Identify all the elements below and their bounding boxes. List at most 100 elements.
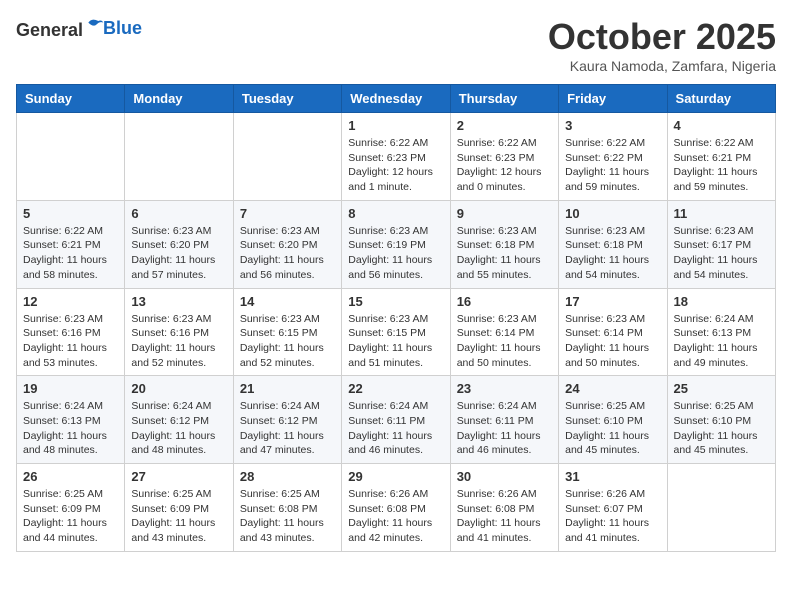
day-number: 25 — [674, 381, 769, 396]
day-number: 11 — [674, 206, 769, 221]
day-info: Sunrise: 6:24 AM Sunset: 6:13 PM Dayligh… — [23, 399, 118, 458]
day-number: 3 — [565, 118, 660, 133]
day-info: Sunrise: 6:22 AM Sunset: 6:21 PM Dayligh… — [23, 224, 118, 283]
day-number: 8 — [348, 206, 443, 221]
calendar-cell: 10 Sunrise: 6:23 AM Sunset: 6:18 PM Dayli… — [559, 200, 667, 288]
day-number: 28 — [240, 469, 335, 484]
calendar-cell: 16 Sunrise: 6:23 AM Sunset: 6:14 PM Dayli… — [450, 288, 558, 376]
calendar-cell: 28 Sunrise: 6:25 AM Sunset: 6:08 PM Dayli… — [233, 464, 341, 552]
calendar-cell: 14Sunrise: 6:23 AM Sunset: 6:15 PM Dayli… — [233, 288, 341, 376]
day-info: Sunrise: 6:23 AM Sunset: 6:18 PM Dayligh… — [565, 224, 660, 283]
day-info: Sunrise: 6:25 AM Sunset: 6:09 PM Dayligh… — [23, 487, 118, 546]
calendar-cell: 31 Sunrise: 6:26 AM Sunset: 6:07 PM Dayli… — [559, 464, 667, 552]
day-number: 20 — [131, 381, 226, 396]
logo: General Blue — [16, 16, 142, 42]
calendar-cell: 5 Sunrise: 6:22 AM Sunset: 6:21 PM Daylig… — [17, 200, 125, 288]
day-info: Sunrise: 6:23 AM Sunset: 6:20 PM Dayligh… — [131, 224, 226, 283]
calendar-week-row: 19Sunrise: 6:24 AM Sunset: 6:13 PM Dayli… — [17, 376, 776, 464]
day-info: Sunrise: 6:25 AM Sunset: 6:09 PM Dayligh… — [131, 487, 226, 546]
calendar-week-row: 1Sunrise: 6:22 AM Sunset: 6:23 PM Daylig… — [17, 113, 776, 201]
calendar-cell: 17 Sunrise: 6:23 AM Sunset: 6:14 PM Dayli… — [559, 288, 667, 376]
weekday-header-sunday: Sunday — [17, 85, 125, 113]
day-info: Sunrise: 6:24 AM Sunset: 6:12 PM Dayligh… — [131, 399, 226, 458]
calendar-cell: 1Sunrise: 6:22 AM Sunset: 6:23 PM Daylig… — [342, 113, 450, 201]
day-number: 1 — [348, 118, 443, 133]
calendar-cell: 26Sunrise: 6:25 AM Sunset: 6:09 PM Dayli… — [17, 464, 125, 552]
day-info: Sunrise: 6:23 AM Sunset: 6:20 PM Dayligh… — [240, 224, 335, 283]
day-info: Sunrise: 6:24 AM Sunset: 6:13 PM Dayligh… — [674, 312, 769, 371]
calendar-cell: 3 Sunrise: 6:22 AM Sunset: 6:22 PM Daylig… — [559, 113, 667, 201]
day-info: Sunrise: 6:23 AM Sunset: 6:16 PM Dayligh… — [23, 312, 118, 371]
day-number: 7 — [240, 206, 335, 221]
logo-bird-icon — [85, 16, 105, 36]
calendar-cell: 11Sunrise: 6:23 AM Sunset: 6:17 PM Dayli… — [667, 200, 775, 288]
day-info: Sunrise: 6:26 AM Sunset: 6:08 PM Dayligh… — [348, 487, 443, 546]
day-number: 4 — [674, 118, 769, 133]
day-number: 9 — [457, 206, 552, 221]
day-number: 14 — [240, 294, 335, 309]
day-number: 27 — [131, 469, 226, 484]
weekday-header-friday: Friday — [559, 85, 667, 113]
day-number: 10 — [565, 206, 660, 221]
day-info: Sunrise: 6:23 AM Sunset: 6:15 PM Dayligh… — [348, 312, 443, 371]
calendar-cell: 27 Sunrise: 6:25 AM Sunset: 6:09 PM Dayli… — [125, 464, 233, 552]
calendar-week-row: 26Sunrise: 6:25 AM Sunset: 6:09 PM Dayli… — [17, 464, 776, 552]
weekday-header-thursday: Thursday — [450, 85, 558, 113]
day-info: Sunrise: 6:25 AM Sunset: 6:10 PM Dayligh… — [674, 399, 769, 458]
day-number: 30 — [457, 469, 552, 484]
day-info: Sunrise: 6:26 AM Sunset: 6:07 PM Dayligh… — [565, 487, 660, 546]
calendar-cell: 22 Sunrise: 6:24 AM Sunset: 6:11 PM Dayli… — [342, 376, 450, 464]
day-info: Sunrise: 6:23 AM Sunset: 6:14 PM Dayligh… — [457, 312, 552, 371]
weekday-header-tuesday: Tuesday — [233, 85, 341, 113]
day-number: 22 — [348, 381, 443, 396]
calendar-cell: 23Sunrise: 6:24 AM Sunset: 6:11 PM Dayli… — [450, 376, 558, 464]
calendar-cell: 9 Sunrise: 6:23 AM Sunset: 6:18 PM Daylig… — [450, 200, 558, 288]
day-info: Sunrise: 6:22 AM Sunset: 6:21 PM Dayligh… — [674, 136, 769, 195]
day-number: 16 — [457, 294, 552, 309]
day-number: 21 — [240, 381, 335, 396]
calendar-cell: 19Sunrise: 6:24 AM Sunset: 6:13 PM Dayli… — [17, 376, 125, 464]
day-info: Sunrise: 6:25 AM Sunset: 6:08 PM Dayligh… — [240, 487, 335, 546]
header: General Blue October 2025 Kaura Namoda, … — [16, 16, 776, 74]
day-info: Sunrise: 6:23 AM Sunset: 6:19 PM Dayligh… — [348, 224, 443, 283]
calendar-cell — [233, 113, 341, 201]
day-info: Sunrise: 6:24 AM Sunset: 6:12 PM Dayligh… — [240, 399, 335, 458]
calendar-cell — [125, 113, 233, 201]
calendar-cell: 12 Sunrise: 6:23 AM Sunset: 6:16 PM Dayli… — [17, 288, 125, 376]
day-number: 24 — [565, 381, 660, 396]
day-number: 12 — [23, 294, 118, 309]
day-number: 17 — [565, 294, 660, 309]
calendar-cell: 8 Sunrise: 6:23 AM Sunset: 6:19 PM Daylig… — [342, 200, 450, 288]
day-info: Sunrise: 6:22 AM Sunset: 6:22 PM Dayligh… — [565, 136, 660, 195]
logo-general: General — [16, 20, 83, 40]
calendar-cell: 7 Sunrise: 6:23 AM Sunset: 6:20 PM Daylig… — [233, 200, 341, 288]
day-number: 31 — [565, 469, 660, 484]
day-info: Sunrise: 6:23 AM Sunset: 6:14 PM Dayligh… — [565, 312, 660, 371]
day-number: 6 — [131, 206, 226, 221]
logo-blue: Blue — [103, 18, 142, 38]
day-number: 5 — [23, 206, 118, 221]
day-info: Sunrise: 6:24 AM Sunset: 6:11 PM Dayligh… — [348, 399, 443, 458]
calendar-cell: 30 Sunrise: 6:26 AM Sunset: 6:08 PM Dayli… — [450, 464, 558, 552]
day-number: 15 — [348, 294, 443, 309]
day-number: 2 — [457, 118, 552, 133]
month-title: October 2025 — [548, 16, 776, 58]
calendar-week-row: 5 Sunrise: 6:22 AM Sunset: 6:21 PM Daylig… — [17, 200, 776, 288]
calendar-cell — [667, 464, 775, 552]
day-number: 18 — [674, 294, 769, 309]
day-info: Sunrise: 6:24 AM Sunset: 6:11 PM Dayligh… — [457, 399, 552, 458]
calendar-cell: 21 Sunrise: 6:24 AM Sunset: 6:12 PM Dayli… — [233, 376, 341, 464]
weekday-header-monday: Monday — [125, 85, 233, 113]
calendar-cell: 24 Sunrise: 6:25 AM Sunset: 6:10 PM Dayli… — [559, 376, 667, 464]
calendar-cell: 6 Sunrise: 6:23 AM Sunset: 6:20 PM Daylig… — [125, 200, 233, 288]
calendar-cell: 29Sunrise: 6:26 AM Sunset: 6:08 PM Dayli… — [342, 464, 450, 552]
calendar-cell: 15 Sunrise: 6:23 AM Sunset: 6:15 PM Dayli… — [342, 288, 450, 376]
day-info: Sunrise: 6:26 AM Sunset: 6:08 PM Dayligh… — [457, 487, 552, 546]
day-number: 13 — [131, 294, 226, 309]
day-info: Sunrise: 6:23 AM Sunset: 6:18 PM Dayligh… — [457, 224, 552, 283]
title-area: October 2025 Kaura Namoda, Zamfara, Nige… — [548, 16, 776, 74]
calendar-cell: 13Sunrise: 6:23 AM Sunset: 6:16 PM Dayli… — [125, 288, 233, 376]
calendar-cell: 18 Sunrise: 6:24 AM Sunset: 6:13 PM Dayli… — [667, 288, 775, 376]
weekday-header-wednesday: Wednesday — [342, 85, 450, 113]
day-info: Sunrise: 6:25 AM Sunset: 6:10 PM Dayligh… — [565, 399, 660, 458]
